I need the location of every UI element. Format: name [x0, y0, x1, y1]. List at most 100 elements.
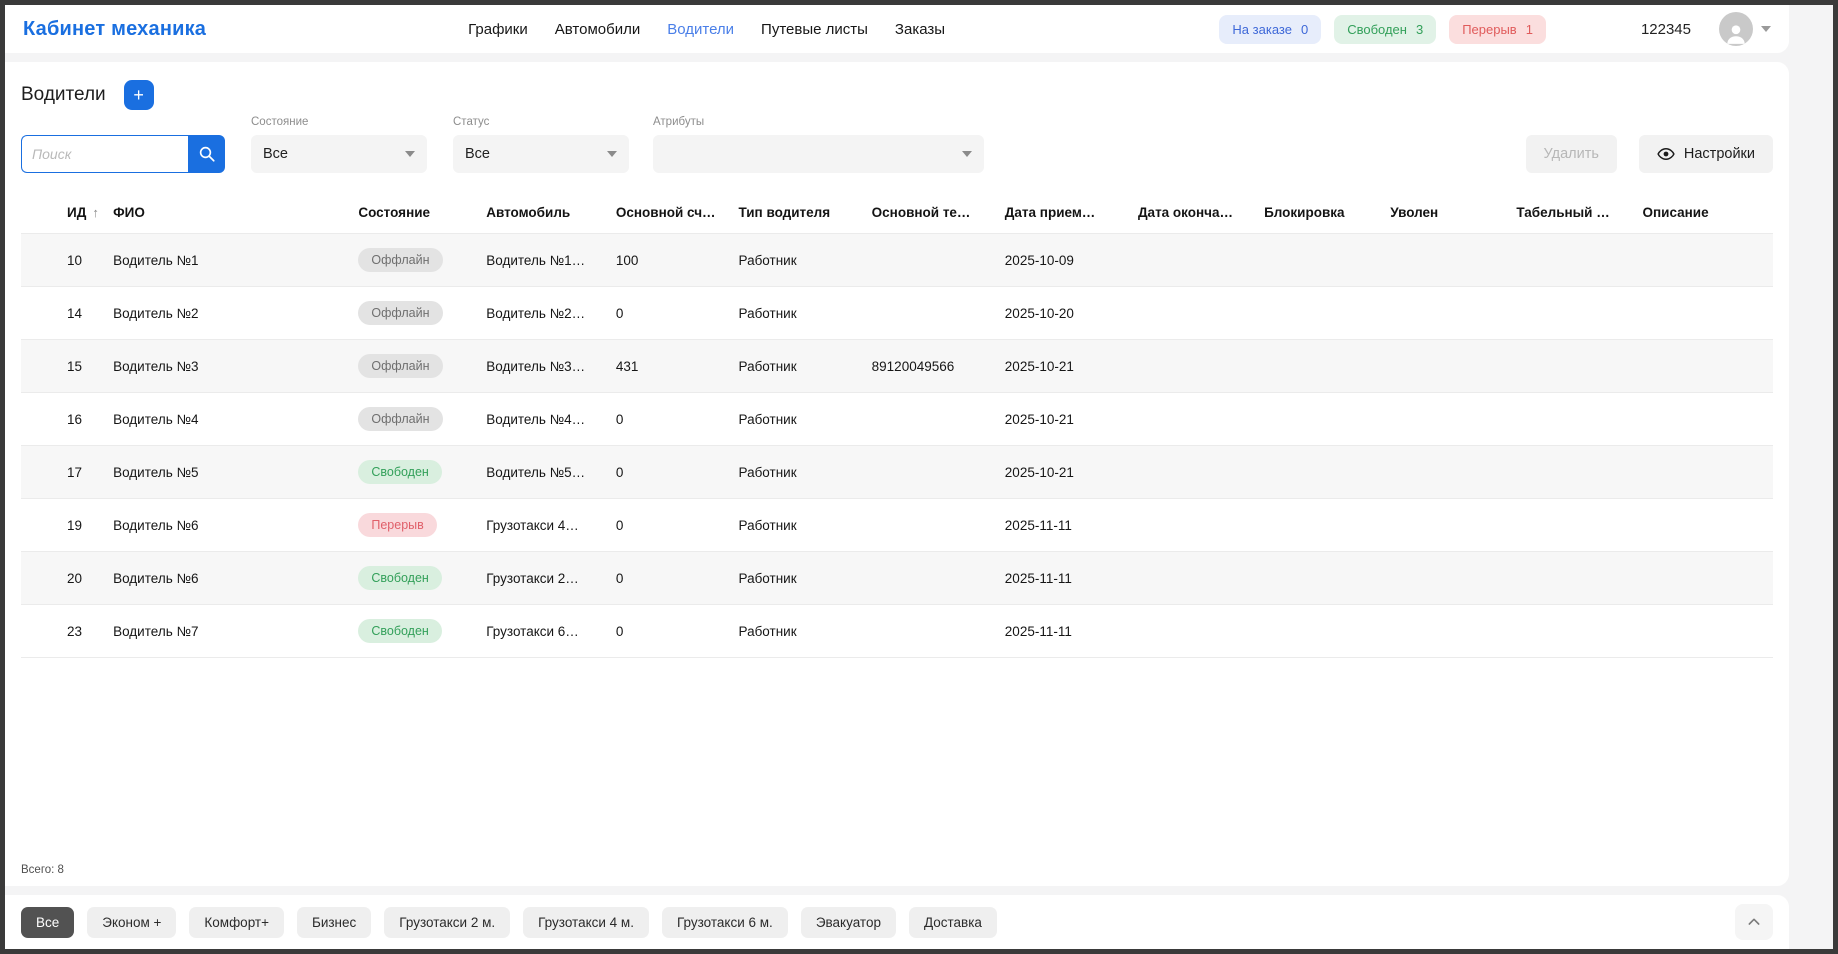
table-row[interactable]: 15 Водитель №3 Оффлайн Водитель №3… 431 Работ…: [21, 339, 1774, 393]
status-badge-blue[interactable]: На заказе 0: [1219, 14, 1322, 44]
cell-fired: [1382, 393, 1508, 446]
user-count: 122345: [1640, 20, 1691, 38]
column-header[interactable]: Табельный …: [1508, 193, 1634, 234]
column-header[interactable]: ФИО: [105, 193, 350, 234]
filter-select-статус[interactable]: Все: [453, 135, 629, 173]
column-header[interactable]: Уволен: [1382, 193, 1508, 234]
table-row[interactable]: 10 Водитель №1 Оффлайн Водитель №1… 100 Работ…: [21, 233, 1773, 287]
chevron-down-icon: [1761, 26, 1771, 32]
cell-state: Перерыв: [350, 499, 478, 552]
table-header-row: ИД ↑ ФИО Состояние Автомобиль Основной сч… Тип…: [21, 193, 1773, 234]
status-badge-red[interactable]: Перерыв 1: [1449, 14, 1546, 44]
cell-description: [1635, 499, 1774, 552]
avatar[interactable]: [1719, 12, 1753, 46]
cell-name: Водитель №2: [113, 305, 199, 321]
column-header[interactable]: Описание: [1635, 193, 1774, 234]
column-header[interactable]: Состояние: [350, 193, 478, 234]
filter-label: Атрибуты: [653, 116, 705, 128]
tariff-chip-бизнес[interactable]: Бизнес: [296, 906, 372, 938]
column-header[interactable]: Дата прием…: [997, 193, 1130, 234]
tariff-chip-эвакуатор[interactable]: Эвакуатор: [800, 906, 896, 938]
table-row[interactable]: 23 Водитель №7 Свободен Грузотакси 6… 0 Работ…: [21, 604, 1773, 658]
filter-group: Состояние Все: [251, 116, 427, 173]
tariff-chip-грузотакси-6-м[interactable]: Грузотакси 6 м.: [661, 906, 788, 938]
cell-fired: [1382, 446, 1508, 499]
table-row[interactable]: 17 Водитель №5 Свободен Водитель №5… 0 Работн…: [21, 445, 1774, 499]
tariff-chip-грузотакси-2-м[interactable]: Грузотакси 2 м.: [384, 906, 511, 938]
tariff-filter-bar: Все Эконом + Комфорт+ Бизнес Грузотакси 2 м.…: [5, 895, 1789, 949]
cell-car: Грузотакси 4…: [486, 517, 579, 533]
topbar-right: На заказе 0 Свободен 3 Перерыв 1 122345: [1219, 12, 1771, 46]
filter-select-состояние[interactable]: Все: [251, 135, 427, 173]
add-driver-button[interactable]: +: [123, 80, 154, 110]
cell-description: [1635, 446, 1774, 499]
tariff-chip-эконом-+[interactable]: Эконом +: [87, 906, 177, 938]
chevron-down-icon: [607, 151, 617, 157]
delete-button[interactable]: Удалить: [1525, 135, 1617, 173]
cell-driver_type: Работник: [738, 623, 797, 639]
cell-account: 0: [615, 517, 624, 533]
cell-account: 0: [615, 411, 624, 427]
filter-select-атрибуты[interactable]: [653, 135, 984, 173]
filter-group: Атрибуты: [653, 116, 984, 173]
tariff-chip-грузотакси-4-м[interactable]: Грузотакси 4 м.: [523, 906, 649, 938]
chevron-down-icon: [962, 151, 972, 157]
nav-item-заказы[interactable]: Заказы: [895, 21, 945, 38]
column-header[interactable]: Основной сч…: [608, 193, 731, 234]
cell-end_date: [1130, 605, 1256, 658]
cell-personnel_no: [1508, 446, 1634, 499]
drivers-page: Водители + Состояние Все Статус Все Атрибуты…: [5, 62, 1789, 886]
nav-item-путевые-листы[interactable]: Путевые листы: [761, 21, 868, 38]
cell-id: 23: [67, 623, 83, 639]
column-header[interactable]: Дата оконча…: [1130, 193, 1256, 234]
nav-item-автомобили[interactable]: Автомобили: [555, 21, 640, 38]
cell-car: Водитель №4…: [486, 411, 586, 427]
cell-driver_type: Работник: [738, 305, 797, 321]
toolbar-actions: Удалить Настройки: [1525, 135, 1773, 173]
settings-button[interactable]: Настройки: [1638, 135, 1773, 173]
select-value: Все: [263, 146, 288, 162]
drivers-table: ИД ↑ ФИО Состояние Автомобиль Основной сч… Тип…: [21, 193, 1773, 658]
table-row[interactable]: 19 Водитель №6 Перерыв Грузотакси 4… 0 Работн…: [21, 498, 1774, 552]
status-badge-green[interactable]: Свободен 3: [1334, 14, 1437, 44]
badge-label: Свободен: [1347, 21, 1407, 37]
table-row[interactable]: 20 Водитель №6 Свободен Грузотакси 2… 0 Работ…: [21, 551, 1773, 605]
collapse-panel-button[interactable]: [1735, 904, 1773, 940]
cell-id: 19: [67, 517, 83, 533]
column-header[interactable]: Основной те…: [864, 193, 997, 234]
column-header[interactable]: Блокировка: [1256, 193, 1382, 234]
cell-block: [1256, 605, 1382, 658]
nav-item-водители[interactable]: Водители: [667, 21, 734, 38]
account-menu[interactable]: [1719, 12, 1771, 46]
page-title: Водители: [21, 84, 106, 105]
tariff-chip-все[interactable]: Все: [21, 906, 75, 938]
column-header[interactable]: Тип водителя: [731, 193, 864, 234]
cell-state: Оффлайн: [350, 287, 478, 340]
cell-state: Оффлайн: [350, 393, 478, 446]
search-input[interactable]: [21, 135, 188, 173]
cell-hire_date: 2025-10-09: [1004, 252, 1074, 268]
main-nav: Графики Автомобили Водители Путевые листы За…: [468, 21, 945, 38]
badge-label: На заказе: [1232, 21, 1292, 37]
cell-car: Водитель №2…: [486, 305, 586, 321]
cell-state: Оффлайн: [350, 234, 478, 287]
column-header[interactable]: ИД ↑: [21, 193, 105, 234]
table-row[interactable]: 16 Водитель №4 Оффлайн Водитель №4… 0 Работни…: [21, 392, 1773, 446]
nav-item-графики[interactable]: Графики: [468, 21, 528, 38]
tariff-chip-комфорт+[interactable]: Комфорт+: [189, 906, 284, 938]
cell-description: [1635, 340, 1774, 393]
cell-id: 16: [67, 411, 83, 427]
chevron-up-icon: [1748, 918, 1760, 925]
table-row[interactable]: 14 Водитель №2 Оффлайн Водитель №2… 0 Работни…: [21, 286, 1773, 340]
cell-phone: [864, 499, 997, 552]
search-button[interactable]: [188, 135, 225, 173]
tariff-chip-доставка[interactable]: Доставка: [908, 906, 997, 938]
driver-state-pill: Оффлайн: [358, 354, 443, 378]
cell-end_date: [1130, 234, 1256, 287]
cell-phone: [864, 552, 997, 605]
cell-name: Водитель №6: [113, 570, 199, 586]
eye-icon: [1657, 145, 1675, 163]
cell-end_date: [1130, 499, 1256, 552]
cell-name: Водитель №4: [113, 411, 199, 427]
column-header[interactable]: Автомобиль: [478, 193, 608, 234]
